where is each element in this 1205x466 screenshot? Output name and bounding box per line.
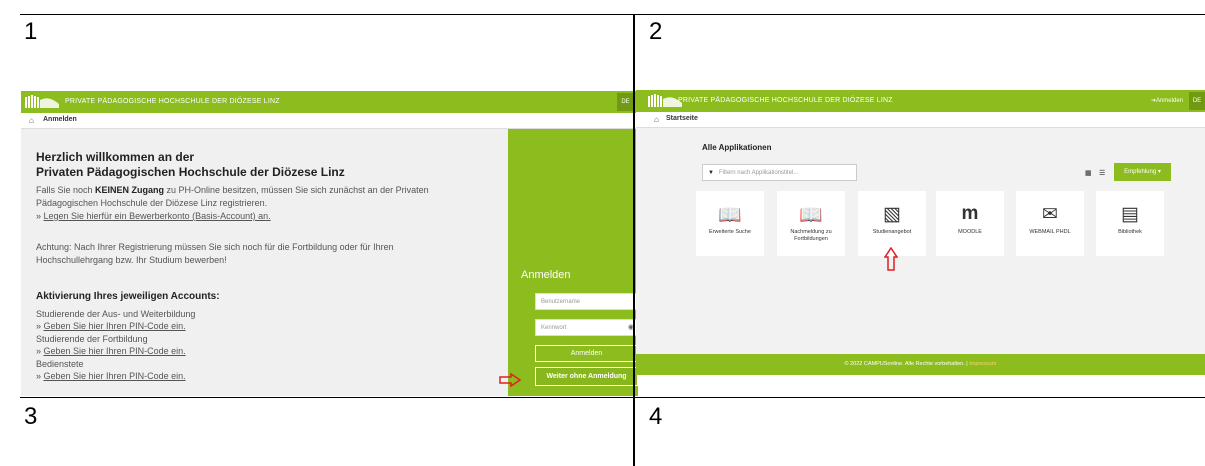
cell-label-4: 4: [649, 403, 663, 430]
welcome-line-1: Herzlich willkommen an der: [36, 150, 195, 164]
note-line-2: Hochschullehrgang bzw. Ihr Studium bewer…: [36, 255, 227, 265]
home-icon[interactable]: ⌂: [654, 115, 659, 124]
cell-label-1: 1: [24, 18, 38, 45]
mail-icon: ✉: [1042, 204, 1058, 225]
recommend-dropdown[interactable]: Empfehlung ▾: [1114, 163, 1171, 181]
tile-label: Erweiterte Suche: [709, 229, 751, 235]
impressum-link[interactable]: Impressum: [969, 361, 996, 367]
app-tile-erweiterte-suche[interactable]: 📖 Erweiterte Suche: [696, 191, 764, 256]
header-login-label: Anmelden: [1155, 98, 1183, 104]
filter-icon: ▼: [708, 170, 714, 176]
language-switch-de-2[interactable]: DE: [1189, 92, 1205, 110]
pin-prefix: »: [36, 371, 44, 381]
pin-link-3[interactable]: Geben Sie hier Ihren PIN-Code ein.: [44, 371, 186, 381]
logo-icon: [648, 94, 682, 107]
username-placeholder: Benutzername: [541, 299, 581, 305]
filter-input[interactable]: ▼ Filtern nach Applikationstitel...: [702, 164, 857, 181]
logo-icon: [25, 95, 59, 108]
intro-line-2: Pädagogischen Hochschule der Diözese Lin…: [36, 198, 268, 208]
header-login-link[interactable]: ➜Anmelden: [1151, 97, 1183, 104]
cell-label-2: 2: [649, 18, 663, 45]
tile-label: Bibliothek: [1118, 229, 1142, 235]
intro-post: zu PH-Online besitzen, müssen Sie sich z…: [164, 185, 429, 195]
intro-pre: Falls Sie noch: [36, 185, 96, 195]
breadcrumb-anmelden[interactable]: Anmelden: [43, 116, 77, 123]
register-link-row: » Legen Sie hierfür ein Bewerberkonto (B…: [36, 210, 271, 223]
password-placeholder: Kennwort: [541, 325, 567, 331]
note-line-1: Achtung: Nach Ihrer Registrierung müssen…: [36, 242, 394, 252]
welcome-content: Herzlich willkommen an der Privaten Päda…: [21, 129, 509, 396]
red-arrow-up-icon: [884, 247, 898, 271]
breadcrumb-startseite[interactable]: Startseite: [666, 115, 698, 122]
screenshot-login-page: PRIVATE PÄDAGOGISCHE HOCHSCHULE DER DIÖZ…: [21, 91, 638, 396]
red-arrow-right-icon: [499, 373, 521, 387]
search-book-icon: 📖: [799, 205, 823, 226]
app-tile-nachmeldung[interactable]: 📖 Nachmeldung zu Fortbildungen: [777, 191, 845, 256]
tile-label: MOODLE: [958, 229, 982, 235]
intro-paragraph: Falls Sie noch KEINEN Zugang zu PH-Onlin…: [36, 184, 429, 210]
pin-prefix: »: [36, 346, 44, 356]
tile-label: Nachmeldung zu Fortbildungen: [790, 229, 832, 242]
continue-without-login-button[interactable]: Weiter ohne Anmeldung: [535, 367, 638, 386]
footer-bar: © 2022 CAMPUSonline. Alle Rechte vorbeha…: [636, 354, 1205, 375]
app-tile-moodle[interactable]: m MOODLE: [936, 191, 1004, 256]
login-title: Anmelden: [521, 269, 571, 281]
section-title: Alle Applikationen: [702, 143, 772, 152]
grid-line-middle: [20, 397, 1205, 398]
register-link[interactable]: Legen Sie hierfür ein Bewerberkonto (Bas…: [44, 211, 271, 221]
register-prefix: »: [36, 211, 44, 221]
screenshot-applications-page: PRIVATE PÄDAGOGISCHE HOCHSCHULE DER DIÖZ…: [636, 90, 1205, 375]
pin-link-row-3: » Geben Sie hier Ihren PIN-Code ein.: [36, 370, 186, 383]
book-stack-icon: ▧: [883, 204, 901, 225]
institution-name-2: PRIVATE PÄDAGOGISCHE HOCHSCHULE DER DIÖZ…: [678, 97, 893, 104]
note-paragraph: Achtung: Nach Ihrer Registrierung müssen…: [36, 241, 394, 267]
library-icon: ▤: [1121, 204, 1139, 225]
header-bar-2: PRIVATE PÄDAGOGISCHE HOCHSCHULE DER DIÖZ…: [636, 90, 1205, 112]
home-icon[interactable]: ⌂: [29, 116, 34, 125]
moodle-icon: m: [961, 203, 979, 224]
tile-label: WEBMAIL PHDL: [1029, 229, 1071, 235]
welcome-heading: Herzlich willkommen an der Privaten Päda…: [36, 150, 345, 180]
activation-heading: Aktivierung Ihres jeweiligen Accounts:: [36, 291, 220, 302]
pin-link-1[interactable]: Geben Sie hier Ihren PIN-Code ein.: [44, 321, 186, 331]
grid-line-vertical: [633, 14, 635, 466]
grid-view-icon[interactable]: ▦: [1085, 169, 1092, 177]
list-view-icon[interactable]: ☰: [1099, 169, 1105, 177]
pin-link-row-1: » Geben Sie hier Ihren PIN-Code ein.: [36, 320, 186, 333]
password-field[interactable]: Kennwort ◉: [535, 319, 638, 336]
cell-label-3: 3: [24, 403, 38, 430]
breadcrumb-2: ⌂ Startseite: [636, 112, 1205, 128]
tile-label: Studienangebot: [872, 229, 912, 235]
footer-copyright: © 2022 CAMPUSonline. Alle Rechte vorbeha…: [844, 361, 970, 367]
app-tile-webmail[interactable]: ✉ WEBMAIL PHDL: [1016, 191, 1084, 256]
pin-link-row-2: » Geben Sie hier Ihren PIN-Code ein.: [36, 345, 186, 358]
pin-prefix: »: [36, 321, 44, 331]
welcome-line-2: Privaten Pädagogischen Hochschule der Di…: [36, 165, 345, 179]
login-button[interactable]: Anmelden: [535, 345, 638, 362]
intro-bold: KEINEN Zugang: [95, 185, 165, 195]
institution-name: PRIVATE PÄDAGOGISCHE HOCHSCHULE DER DIÖZ…: [65, 98, 280, 105]
grid-line-top: [20, 14, 1205, 15]
breadcrumb: ⌂ Anmelden: [21, 113, 638, 129]
app-tile-bibliothek[interactable]: ▤ Bibliothek: [1096, 191, 1164, 256]
pin-link-2[interactable]: Geben Sie hier Ihren PIN-Code ein.: [44, 346, 186, 356]
header-bar: PRIVATE PÄDAGOGISCHE HOCHSCHULE DER DIÖZ…: [21, 91, 638, 113]
username-field[interactable]: Benutzername: [535, 293, 638, 310]
language-switch-de[interactable]: DE: [617, 93, 634, 111]
search-book-icon: 📖: [718, 205, 742, 226]
filter-placeholder: Filtern nach Applikationstitel...: [718, 170, 799, 176]
